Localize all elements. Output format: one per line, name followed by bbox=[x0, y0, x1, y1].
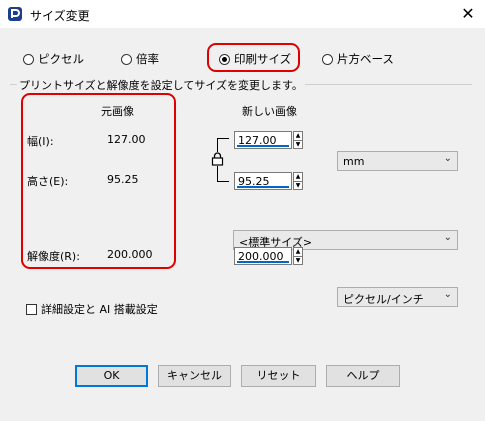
advanced-checkbox[interactable]: 詳細設定と AI 搭載設定 bbox=[26, 301, 158, 317]
new-height-input[interactable]: 95.25 bbox=[234, 172, 292, 190]
radio-pixel-label: ピクセル bbox=[38, 52, 84, 66]
new-width-input[interactable]: 127.00 bbox=[234, 131, 292, 149]
help-button[interactable]: ヘルプ bbox=[326, 365, 400, 387]
app-logo-icon bbox=[8, 7, 22, 21]
radio-print-size-label: 印刷サイズ bbox=[234, 52, 292, 66]
new-resolution-input[interactable]: 200.000 bbox=[234, 247, 292, 265]
resolution-unit-dropdown[interactable]: ピクセル/インチ ⌄ bbox=[337, 287, 458, 307]
original-height-label: 高さ(E): bbox=[27, 175, 69, 188]
spin-down-icon[interactable]: ▼ bbox=[293, 256, 303, 265]
new-height-underline bbox=[237, 186, 289, 188]
radio-scale-label: 倍率 bbox=[136, 52, 159, 66]
original-width-label: 幅(I): bbox=[27, 135, 54, 148]
original-width-value: 127.00 bbox=[107, 133, 146, 146]
new-resolution-underline bbox=[237, 261, 289, 263]
radio-pixel-indicator bbox=[23, 53, 34, 65]
advanced-checkbox-label: 詳細設定と AI 搭載設定 bbox=[41, 303, 158, 316]
unit-dropdown[interactable]: mm ⌄ bbox=[337, 151, 458, 171]
original-header: 元画像 bbox=[101, 105, 134, 118]
advanced-checkbox-box[interactable] bbox=[26, 303, 37, 315]
new-width-spinner[interactable]: 127.00 ▲ ▼ bbox=[234, 131, 303, 149]
lock-icon[interactable] bbox=[211, 152, 224, 166]
radio-print-size-indicator bbox=[219, 53, 230, 65]
new-resolution-spin[interactable]: ▲ ▼ bbox=[293, 247, 303, 265]
radio-one-side-label: 片方ベース bbox=[337, 52, 394, 66]
new-width-underline bbox=[237, 145, 289, 147]
lock-bracket-bottom bbox=[217, 181, 229, 182]
unit-dropdown-value: mm bbox=[343, 155, 365, 168]
cancel-button[interactable]: キャンセル bbox=[158, 365, 231, 387]
original-height-value: 95.25 bbox=[107, 173, 139, 186]
window-title: サイズ変更 bbox=[30, 9, 90, 23]
spin-up-icon[interactable]: ▲ bbox=[293, 131, 303, 141]
new-resolution-spinner[interactable]: 200.000 ▲ ▼ bbox=[234, 247, 303, 265]
original-resolution-value: 200.000 bbox=[107, 248, 153, 261]
close-icon[interactable]: ✕ bbox=[457, 4, 479, 24]
resolution-unit-value: ピクセル/インチ bbox=[343, 293, 424, 306]
lock-bracket-top-vert bbox=[217, 138, 218, 152]
new-width-spin[interactable]: ▲ ▼ bbox=[293, 131, 303, 149]
group-label: プリントサイズと解像度を設定してサイズを変更します。 bbox=[17, 77, 305, 93]
spin-down-icon[interactable]: ▼ bbox=[293, 181, 303, 190]
reset-button[interactable]: リセット bbox=[241, 365, 316, 387]
lock-bracket-bottom-vert bbox=[217, 166, 218, 182]
original-resolution-label: 解像度(R): bbox=[27, 250, 80, 263]
spin-down-icon[interactable]: ▼ bbox=[293, 140, 303, 149]
chevron-down-icon: ⌄ bbox=[443, 289, 452, 300]
chevron-down-icon: ⌄ bbox=[443, 232, 452, 243]
new-height-spinner[interactable]: 95.25 ▲ ▼ bbox=[234, 172, 303, 190]
new-height-spin[interactable]: ▲ ▼ bbox=[293, 172, 303, 190]
radio-scale[interactable]: 倍率 bbox=[121, 51, 159, 67]
ok-button[interactable]: OK bbox=[75, 365, 148, 387]
radio-scale-indicator bbox=[121, 53, 132, 65]
radio-one-side-indicator bbox=[322, 53, 333, 65]
spin-up-icon[interactable]: ▲ bbox=[293, 247, 303, 257]
lock-bracket-top bbox=[217, 138, 229, 139]
radio-one-side[interactable]: 片方ベース bbox=[322, 51, 394, 67]
radio-pixel[interactable]: ピクセル bbox=[23, 51, 84, 67]
new-header: 新しい画像 bbox=[242, 105, 297, 118]
radio-print-size[interactable]: 印刷サイズ bbox=[219, 51, 291, 67]
spin-up-icon[interactable]: ▲ bbox=[293, 172, 303, 182]
chevron-down-icon: ⌄ bbox=[443, 153, 452, 164]
